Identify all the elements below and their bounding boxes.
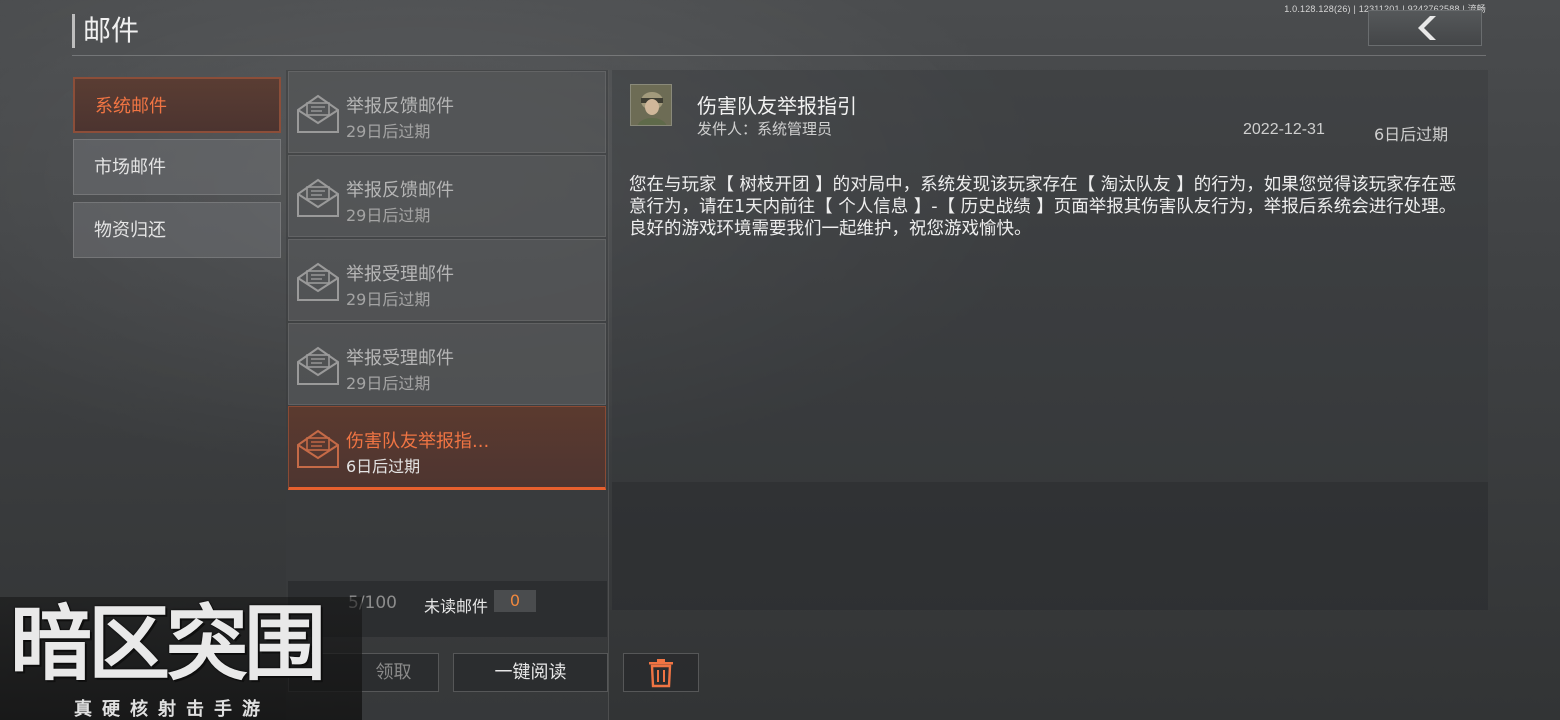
- category-item-return[interactable]: 物资归还: [73, 202, 281, 258]
- game-logo-title: 暗区突围: [10, 597, 326, 692]
- back-button[interactable]: [1368, 10, 1482, 46]
- envelope-open-icon: [297, 94, 339, 133]
- mail-expiry: 29日后过期: [346, 122, 431, 141]
- mail-expiry: 29日后过期: [346, 206, 431, 225]
- game-logo-subtitle: 真硬核射击手游: [74, 699, 270, 720]
- chevron-left-icon: [1418, 16, 1436, 40]
- mail-item[interactable]: 举报反馈邮件 29日后过期: [288, 155, 606, 237]
- mail-detail-body: 您在与玩家【 树枝开团 】的对局中，系统发现该玩家存在【 淘汰队友 】的行为，如…: [629, 175, 1457, 239]
- category-market-mail[interactable]: 市场邮件: [73, 139, 281, 195]
- mail-detail-expiry: 6日后过期: [1374, 125, 1449, 144]
- mail-title: 举报受理邮件: [346, 264, 454, 285]
- category-system-mail[interactable]: 系统邮件: [73, 77, 281, 133]
- unread-label: 未读邮件: [424, 597, 489, 616]
- envelope-open-icon: [297, 429, 339, 468]
- mail-expiry: 29日后过期: [346, 290, 431, 309]
- mail-expiry: 29日后过期: [346, 374, 431, 393]
- mail-title: 举报反馈邮件: [346, 96, 454, 117]
- mail-title: 伤害队友举报指...: [346, 431, 490, 452]
- mail-detail-attachment-area: [612, 482, 1488, 610]
- envelope-open-icon: [297, 262, 339, 301]
- game-logo: 暗区突围 真硬核射击手游: [0, 597, 362, 720]
- sender-avatar: [630, 84, 672, 126]
- envelope-open-icon: [297, 178, 339, 217]
- mail-title: 举报受理邮件: [346, 348, 454, 369]
- read-all-button[interactable]: 一键阅读: [453, 653, 608, 692]
- mail-detail-sender: 发件人：系统管理员: [697, 120, 833, 138]
- envelope-open-icon: [297, 346, 339, 385]
- delete-button[interactable]: [623, 653, 699, 692]
- unread-count-badge: 0: [494, 590, 536, 612]
- mail-title: 举报反馈邮件: [346, 180, 454, 201]
- mail-item[interactable]: 举报受理邮件 29日后过期: [288, 323, 606, 405]
- mail-item[interactable]: 举报受理邮件 29日后过期: [288, 239, 606, 321]
- mail-detail-date: 2022-12-31: [1243, 121, 1325, 138]
- mail-expiry: 6日后过期: [346, 457, 421, 476]
- trash-icon: [649, 659, 673, 688]
- page-title: 邮件: [72, 14, 139, 48]
- mail-detail-title: 伤害队友举报指引: [697, 94, 857, 118]
- header-divider: [72, 55, 1486, 56]
- mail-item-selected[interactable]: 伤害队友举报指... 6日后过期: [288, 406, 606, 490]
- mail-item[interactable]: 举报反馈邮件 29日后过期: [288, 71, 606, 153]
